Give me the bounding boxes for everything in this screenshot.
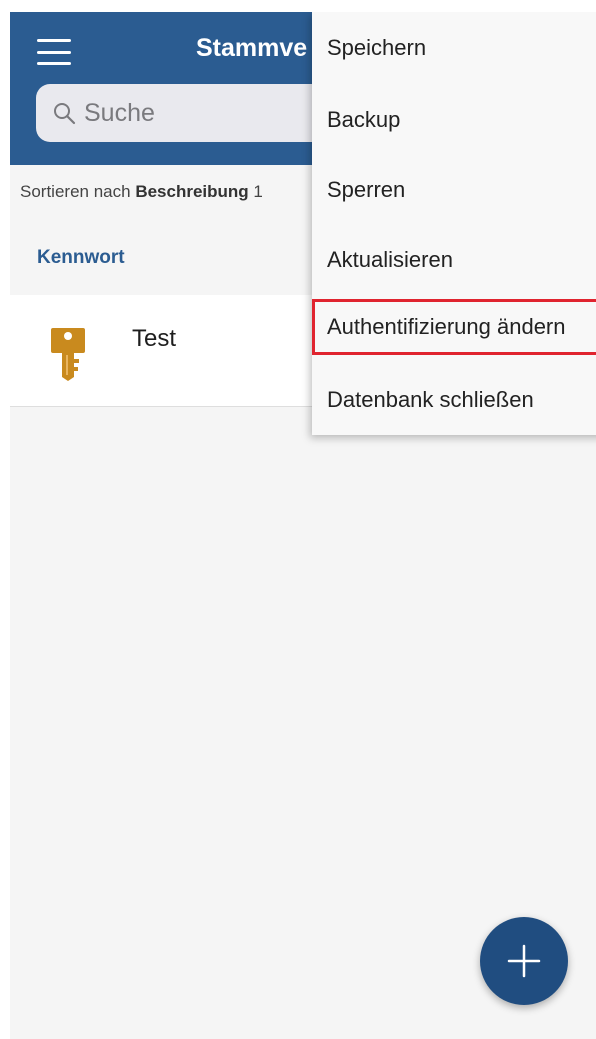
plus-icon [507,944,541,978]
search-icon [54,103,76,125]
key-icon [51,328,85,381]
overflow-menu: Speichern Backup Sperren Aktualisieren A… [312,12,596,435]
hamburger-icon[interactable] [37,39,71,65]
add-entry-button[interactable] [480,917,568,1005]
sort-prefix: Sortieren nach [20,182,131,201]
section-header: Kennwort [37,247,125,268]
menu-item-authentifizierung-aendern[interactable]: Authentifizierung ändern [312,299,596,355]
entry-title: Test [132,325,177,352]
sort-suffix: 1 [253,182,263,201]
menu-item-speichern[interactable]: Speichern [312,18,596,78]
sort-field: Beschreibung [135,182,249,201]
page-title: Stammve [196,34,308,62]
menu-item-sperren[interactable]: Sperren [312,160,596,220]
app-screen: Stammve Sortieren nach Beschreibung 1 Ke… [10,12,596,1039]
menu-item-backup[interactable]: Backup [312,90,596,150]
menu-item-aktualisieren[interactable]: Aktualisieren [312,230,596,290]
menu-item-datenbank-schliessen[interactable]: Datenbank schließen [312,370,596,430]
